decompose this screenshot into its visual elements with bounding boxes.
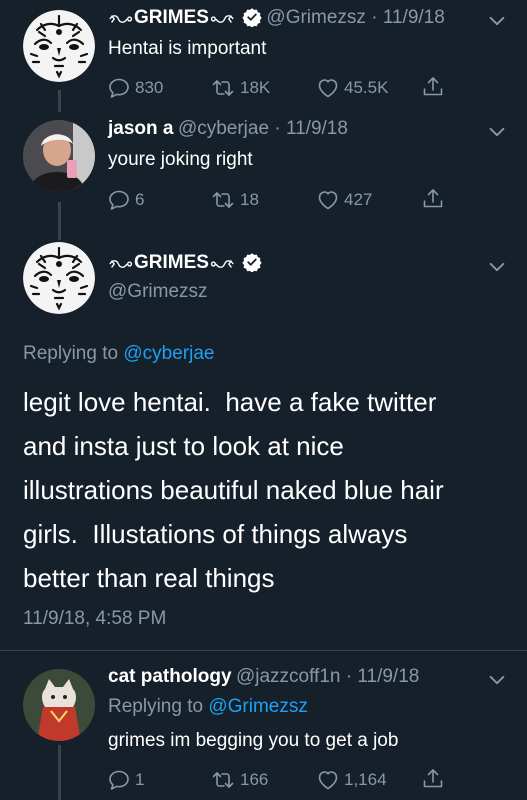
like-icon xyxy=(316,76,340,100)
reply-icon xyxy=(107,76,131,100)
ornament-icon xyxy=(209,13,235,25)
author-name[interactable]: GRIMES xyxy=(134,7,209,28)
verified-badge-icon xyxy=(242,7,262,27)
chevron-down-icon[interactable] xyxy=(486,256,508,278)
share-icon xyxy=(421,767,445,791)
share-button[interactable] xyxy=(421,187,445,211)
share-button[interactable] xyxy=(421,75,445,99)
avatar-illustration-icon xyxy=(23,242,95,314)
avatar[interactable] xyxy=(23,120,95,192)
reply-button[interactable]: 830 xyxy=(107,76,163,100)
like-icon xyxy=(316,188,340,212)
tweet-date: 11/9/18 xyxy=(285,118,348,139)
like-button[interactable]: 1,164 xyxy=(316,768,387,792)
share-icon xyxy=(421,75,445,99)
author-name[interactable]: jason a xyxy=(108,118,173,139)
retweet-button[interactable]: 166 xyxy=(210,768,268,792)
divider xyxy=(0,650,527,651)
author-handle[interactable]: @Grimezsz xyxy=(108,281,208,303)
retweet-count: 166 xyxy=(240,770,269,789)
retweet-button[interactable]: 18 xyxy=(210,188,259,212)
retweet-icon xyxy=(210,768,236,792)
replying-to-link[interactable]: @cyberjae xyxy=(123,343,214,364)
text-line: illustrations beautiful naked blue hair xyxy=(23,475,444,505)
thread-line xyxy=(58,745,61,800)
tweet-date: 11/9/18 xyxy=(357,666,420,687)
replying-to-link[interactable]: @Grimezsz xyxy=(208,696,308,717)
thread-line xyxy=(58,202,61,240)
avatar-photo-icon xyxy=(23,120,95,192)
author-handle[interactable]: @cyberjae xyxy=(178,118,269,139)
reply-button[interactable]: 1 xyxy=(107,768,144,792)
share-button[interactable] xyxy=(421,767,445,791)
dot-separator: · xyxy=(269,118,286,139)
avatar-cat-icon xyxy=(23,669,95,741)
replying-to-prefix: Replying to xyxy=(23,343,119,364)
retweet-icon xyxy=(210,188,236,212)
verified-badge-icon xyxy=(242,252,262,272)
retweet-icon xyxy=(210,76,236,100)
like-button[interactable]: 427 xyxy=(316,188,372,212)
chevron-down-icon[interactable] xyxy=(486,121,508,143)
text-line: better than real things xyxy=(23,563,275,593)
dot-separator: · xyxy=(365,7,383,28)
main-timestamp: 11/9/18, 4:58 PM xyxy=(23,608,167,629)
like-button[interactable]: 45.5K xyxy=(316,76,388,100)
reply-button[interactable]: 6 xyxy=(107,188,144,212)
avatar-illustration-icon xyxy=(23,10,95,82)
like-count: 45.5K xyxy=(344,78,389,97)
reply-count: 830 xyxy=(135,78,164,97)
tweet-text: youre joking right xyxy=(108,149,253,170)
reply-count: 6 xyxy=(135,190,145,209)
share-icon xyxy=(421,187,445,211)
avatar[interactable] xyxy=(23,242,95,314)
like-count: 427 xyxy=(344,190,373,209)
avatar[interactable] xyxy=(23,669,95,741)
retweet-count: 18 xyxy=(240,190,259,209)
retweet-button[interactable]: 18K xyxy=(210,76,270,100)
tweet-text: Hentai is important xyxy=(108,38,267,59)
ornament-icon xyxy=(209,258,235,270)
chevron-down-icon[interactable] xyxy=(486,669,508,691)
reply-icon xyxy=(107,768,131,792)
avatar[interactable] xyxy=(23,10,95,82)
reply-icon xyxy=(107,188,131,212)
replying-to: Replying to @Grimezsz xyxy=(108,696,308,718)
replying-to-prefix: Replying to xyxy=(108,696,204,717)
like-icon xyxy=(316,768,340,792)
text-line: girls. Illustations of things always xyxy=(23,519,408,549)
ornament-icon xyxy=(108,258,134,270)
chevron-down-icon[interactable] xyxy=(486,10,508,32)
dot-separator: · xyxy=(340,666,358,687)
author-handle[interactable]: @Grimezsz xyxy=(266,7,366,28)
author-name[interactable]: GRIMES xyxy=(134,252,209,273)
text-line: legit love hentai. have a fake twitter xyxy=(23,387,437,417)
text-line: and insta just to look at nice xyxy=(23,431,344,461)
tweet-date: 11/9/18 xyxy=(382,7,445,28)
author-name[interactable]: cat pathology xyxy=(108,666,232,687)
main-tweet-text: legit love hentai. have a fake twitter a… xyxy=(23,380,513,600)
reply-count: 1 xyxy=(135,770,145,789)
retweet-count: 18K xyxy=(240,78,271,97)
thread-line xyxy=(58,90,61,112)
author-handle[interactable]: @jazzcoff1n xyxy=(236,666,341,687)
like-count: 1,164 xyxy=(344,770,387,789)
ornament-icon xyxy=(108,13,134,25)
tweet-text: grimes im begging you to get a job xyxy=(108,730,399,751)
replying-to: Replying to @cyberjae xyxy=(23,343,214,365)
